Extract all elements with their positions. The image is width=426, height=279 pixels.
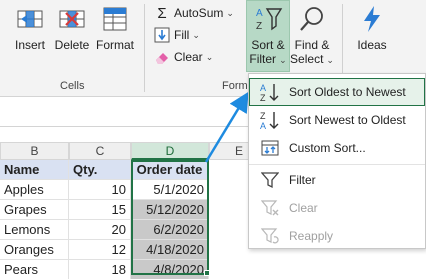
sort-filter-label-2: Filter	[249, 52, 277, 66]
fill-button[interactable]: Fill ⌄	[154, 26, 200, 44]
fill-handle[interactable]	[204, 270, 210, 276]
lightning-icon	[364, 6, 380, 32]
format-button[interactable]: Format	[94, 0, 136, 52]
column-header-d[interactable]: D	[131, 142, 209, 160]
menu-separator	[249, 164, 425, 165]
sort-filter-caret-icon: ⌄	[279, 55, 287, 65]
delete-label: Delete	[54, 38, 90, 52]
menu-item-filter[interactable]: Filter	[249, 166, 425, 194]
qty-cell[interactable]: 20	[69, 220, 131, 240]
qty-cell[interactable]: 10	[69, 180, 131, 200]
delete-button[interactable]: Delete	[52, 0, 92, 52]
sort-ascending-icon: A Z	[259, 81, 281, 103]
insert-button[interactable]: Insert	[12, 0, 48, 52]
menu-item-sort-newest[interactable]: Z A Sort Newest to Oldest	[249, 106, 425, 134]
filter-funnel-icon	[259, 169, 281, 191]
menu-item-reapply[interactable]: Reapply	[249, 222, 425, 250]
header-qty-cell[interactable]: Qty.	[69, 160, 131, 180]
ideas-button[interactable]: Ideas	[352, 0, 392, 52]
qty-cell[interactable]: 15	[69, 200, 131, 220]
sort-filter-menu: A Z Sort Oldest to Newest Z A Sort Newes…	[248, 73, 426, 249]
qty-cell[interactable]: 12	[69, 240, 131, 260]
format-cells-icon	[103, 7, 127, 31]
autosum-caret-icon: ⌄	[226, 7, 234, 18]
name-cell[interactable]: Grapes	[0, 200, 69, 220]
name-cell[interactable]: Apples	[0, 180, 69, 200]
fill-caret-icon: ⌄	[192, 29, 200, 40]
magnifier-icon	[300, 7, 323, 31]
date-cell[interactable]: 5/12/2020	[131, 200, 209, 220]
custom-sort-label: Custom Sort...	[289, 141, 366, 155]
svg-text:A: A	[256, 8, 263, 19]
menu-item-custom-sort[interactable]: Custom Sort...	[249, 134, 425, 162]
find-select-label-1: Find &	[294, 38, 330, 52]
insert-label: Insert	[14, 38, 45, 52]
reapply-filter-icon	[259, 225, 281, 247]
fill-down-icon	[154, 27, 170, 43]
svg-text:Z: Z	[256, 21, 262, 32]
menu-item-sort-oldest[interactable]: A Z Sort Oldest to Newest	[249, 78, 425, 106]
clear-button[interactable]: Clear ⌄	[154, 48, 213, 66]
qty-cell[interactable]: 18	[69, 260, 131, 279]
cells-group-label: Cells	[60, 80, 85, 92]
svg-text:A: A	[260, 83, 266, 93]
sort-filter-button[interactable]: A Z Sort & Filter ⌄	[246, 0, 290, 67]
ribbon-separator	[144, 4, 145, 92]
sort-descending-icon: Z A	[259, 109, 281, 131]
clear-filter-label: Clear	[289, 201, 318, 215]
find-select-label-2: Select	[290, 52, 324, 66]
name-cell[interactable]: Lemons	[0, 220, 69, 240]
name-cell[interactable]: Pears	[0, 260, 69, 279]
clear-filter-icon	[259, 197, 281, 219]
ideas-label: Ideas	[357, 38, 387, 52]
date-cell[interactable]: 4/8/2020	[131, 260, 209, 279]
format-label: Format	[95, 38, 134, 52]
sort-oldest-label: Sort Oldest to Newest	[289, 85, 406, 99]
column-header-c[interactable]: C	[69, 142, 131, 160]
sigma-icon: Σ	[157, 4, 167, 22]
insert-cells-icon	[17, 10, 43, 28]
header-name-cell[interactable]: Name	[0, 160, 69, 180]
reapply-label: Reapply	[289, 229, 334, 243]
column-header-b[interactable]: B	[0, 142, 69, 160]
menu-item-clear[interactable]: Clear	[249, 194, 425, 222]
autosum-label: AutoSum	[174, 6, 224, 20]
eraser-icon	[156, 53, 168, 64]
sort-filter-icon: A Z	[256, 8, 283, 32]
svg-text:A: A	[260, 121, 266, 131]
filter-label: Filter	[289, 173, 316, 187]
svg-text:Z: Z	[260, 111, 266, 121]
date-cell[interactable]: 4/18/2020	[131, 240, 209, 260]
clear-label: Clear	[174, 50, 203, 64]
find-select-caret-icon: ⌄	[326, 55, 334, 65]
clear-caret-icon: ⌄	[205, 51, 214, 62]
sort-newest-label: Sort Newest to Oldest	[289, 113, 406, 127]
name-cell[interactable]: Oranges	[0, 240, 69, 260]
editing-group-label: Form	[222, 80, 248, 92]
svg-text:Z: Z	[260, 93, 266, 103]
header-date-cell[interactable]: Order date	[131, 160, 209, 180]
custom-sort-icon	[259, 137, 281, 159]
sort-filter-label-1: Sort &	[251, 38, 285, 52]
delete-cells-icon	[59, 10, 85, 28]
autosum-button[interactable]: Σ AutoSum ⌄	[154, 4, 234, 22]
date-cell[interactable]: 6/2/2020	[131, 220, 209, 240]
fill-label: Fill	[174, 28, 190, 42]
find-select-button[interactable]: Find & Select ⌄	[290, 0, 334, 67]
date-cell[interactable]: 5/1/2020	[131, 180, 209, 200]
